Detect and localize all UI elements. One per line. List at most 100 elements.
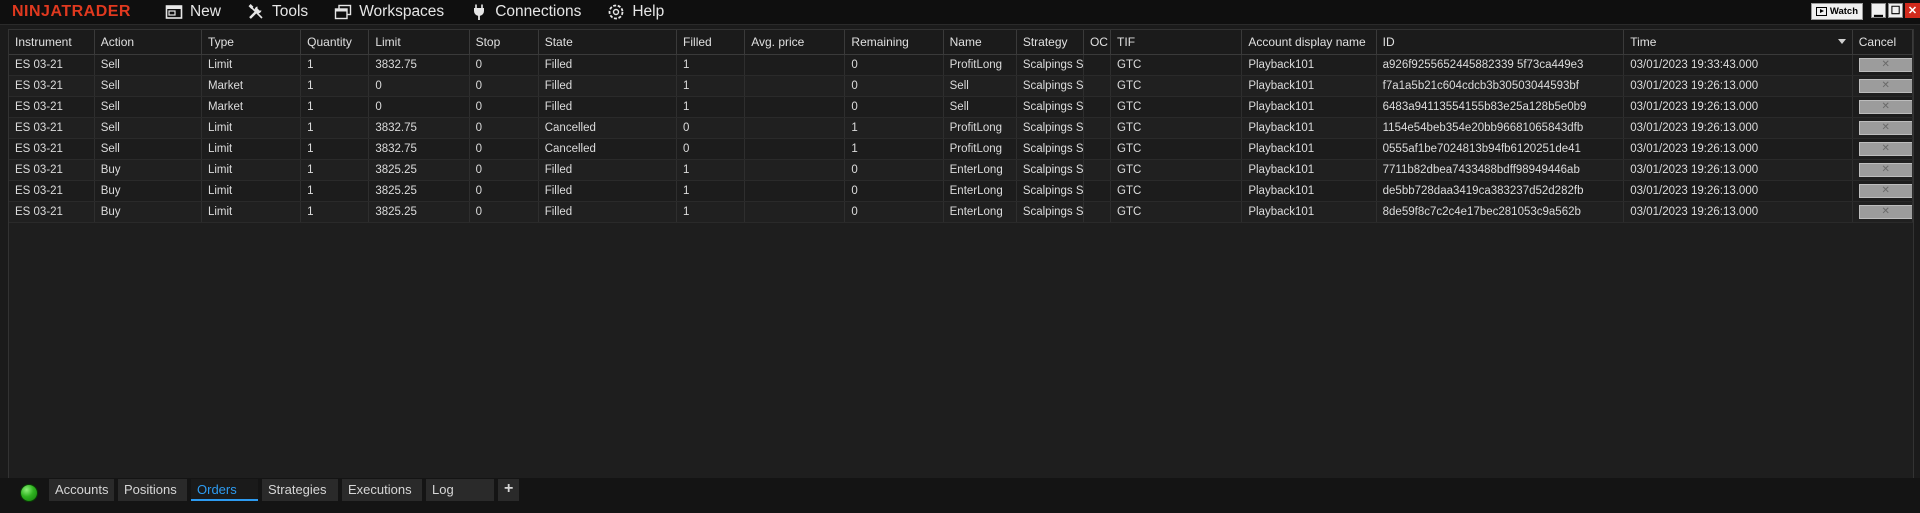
menu-tools[interactable]: Tools [247,3,308,21]
column-header-cancel[interactable]: Cancel [1852,30,1914,55]
column-header-state[interactable]: State [538,30,678,55]
column-header-account-display-name[interactable]: Account display name [1241,30,1377,55]
cell-action: Sell [94,117,202,139]
cell-avg-price [744,159,846,181]
cell-stop: 0 [469,117,539,139]
cell-avg-price [744,117,846,139]
cell-strategy: Scalpings S [1016,117,1084,139]
table-row[interactable]: ES 03-21 Buy Limit 1 3825.25 0 Filled 1 0 EnterLo… [9,201,1914,223]
cell-account-display-name: Playback101 [1241,159,1377,181]
table-row[interactable]: ES 03-21 Sell Limit 1 3832.75 0 Cancelled 0 1 Pro… [9,117,1914,139]
cancel-cell: ✕ [1852,117,1914,139]
maximize-button[interactable]: ☐ [1888,3,1903,18]
cell-name: Sell [943,96,1017,118]
column-header-strategy[interactable]: Strategy [1016,30,1084,55]
cancel-order-button[interactable]: ✕ [1858,79,1912,93]
cancel-order-button[interactable]: ✕ [1858,58,1912,72]
table-row[interactable]: ES 03-21 Sell Market 1 0 0 Filled 1 0 Sell Scalpin… [9,75,1914,97]
cell-state: Filled [538,159,678,181]
minimize-button[interactable]: ▁ [1871,3,1886,18]
cell-avg-price [744,201,846,223]
cell-action: Buy [94,180,202,202]
cancel-order-button[interactable]: ✕ [1858,142,1912,156]
cell-remaining: 0 [844,75,944,97]
cell-oc [1083,75,1112,97]
column-header-label: Name [949,35,982,49]
cell-account-display-name: Playback101 [1241,201,1377,223]
cell-tif: GTC [1110,201,1243,223]
column-header-type[interactable]: Type [201,30,302,55]
table-row[interactable]: ES 03-21 Buy Limit 1 3825.25 0 Filled 1 0 EnterLo… [9,180,1914,202]
column-header-action[interactable]: Action [94,30,202,55]
column-header-id[interactable]: ID [1376,30,1625,55]
column-header-label: Remaining [851,35,909,49]
column-header-label: Type [207,35,234,49]
menu-help[interactable]: Help [607,3,664,21]
ninjatrader-logo: NINJATRADER [12,3,131,20]
column-header-label: ID [1382,35,1395,49]
cell-tif: GTC [1110,96,1243,118]
cancel-order-button[interactable]: ✕ [1858,100,1912,114]
cell-tif: GTC [1110,117,1243,139]
cancel-cell: ✕ [1852,96,1914,118]
column-header-quantity[interactable]: Quantity [300,30,370,55]
column-header-avg-price[interactable]: Avg. price [744,30,846,55]
cell-strategy: Scalpings S [1016,201,1084,223]
column-header-limit[interactable]: Limit [368,30,470,55]
cell-oc [1083,54,1112,76]
cell-limit: 3825.25 [368,180,470,202]
column-header-filled[interactable]: Filled [676,30,746,55]
tab-strategies[interactable]: Strategies [262,479,338,501]
new-window-icon [165,5,183,19]
cancel-order-button[interactable]: ✕ [1858,121,1912,135]
column-header-label: Instrument [15,35,72,49]
column-header-remaining[interactable]: Remaining [844,30,944,55]
cell-type: Market [201,75,302,97]
tab-orders[interactable]: Orders [191,479,258,501]
cancel-order-button[interactable]: ✕ [1858,163,1912,177]
cell-time: 03/01/2023 19:26:13.000 [1623,201,1853,223]
table-row[interactable]: ES 03-21 Sell Limit 1 3832.75 0 Filled 1 0 Profit… [9,54,1914,76]
cell-action: Sell [94,75,202,97]
cell-tif: GTC [1110,159,1243,181]
orders-grid: Instrument Action Type Quantity Limit Stop Sta… [8,29,1914,479]
menu-new[interactable]: New [165,3,221,21]
cell-account-display-name: Playback101 [1241,96,1377,118]
cell-type: Limit [201,54,302,76]
column-header-label: Filled [683,35,712,49]
cell-remaining: 1 [844,117,944,139]
watch-button[interactable]: Watch [1810,3,1863,20]
cell-type: Market [201,96,302,118]
cell-name: EnterLong [943,201,1017,223]
column-header-oc[interactable]: OC [1083,30,1112,55]
column-header-time[interactable]: Time [1623,30,1853,55]
column-header-name[interactable]: Name [943,30,1017,55]
table-row[interactable]: ES 03-21 Buy Limit 1 3825.25 0 Filled 1 0 EnterLo… [9,159,1914,181]
cancel-cell: ✕ [1852,138,1914,160]
cancel-order-button[interactable]: ✕ [1858,205,1912,219]
cell-instrument: ES 03-21 [9,96,95,118]
cell-oc [1083,117,1112,139]
column-header-label: Time [1630,35,1657,49]
cell-time: 03/01/2023 19:26:13.000 [1623,180,1853,202]
menu-connections[interactable]: Connections [470,3,581,21]
column-header-tif[interactable]: TIF [1110,30,1243,55]
column-header-stop[interactable]: Stop [469,30,539,55]
column-header-instrument[interactable]: Instrument [9,30,95,55]
cell-filled: 1 [676,96,746,118]
add-tab-button[interactable]: + [498,479,520,501]
tab-accounts[interactable]: Accounts [49,479,114,501]
table-row[interactable]: ES 03-21 Sell Market 1 0 0 Filled 1 0 Sell Scalpin… [9,96,1914,118]
cancel-order-button[interactable]: ✕ [1858,184,1912,198]
tab-log[interactable]: Log [426,479,494,501]
cell-id: a926f9255652445882339 5f73ca449e3 [1376,54,1625,76]
tab-executions[interactable]: Executions [342,479,422,501]
cell-stop: 0 [469,159,539,181]
cell-time: 03/01/2023 19:26:13.000 [1623,75,1853,97]
menu-workspaces[interactable]: Workspaces [334,3,444,21]
tab-positions[interactable]: Positions [118,479,187,501]
close-button[interactable]: ✕ [1905,3,1920,18]
cell-type: Limit [201,138,302,160]
column-header-label: Quantity [307,35,352,49]
table-row[interactable]: ES 03-21 Sell Limit 1 3832.75 0 Cancelled 0 1 Pro… [9,138,1914,160]
